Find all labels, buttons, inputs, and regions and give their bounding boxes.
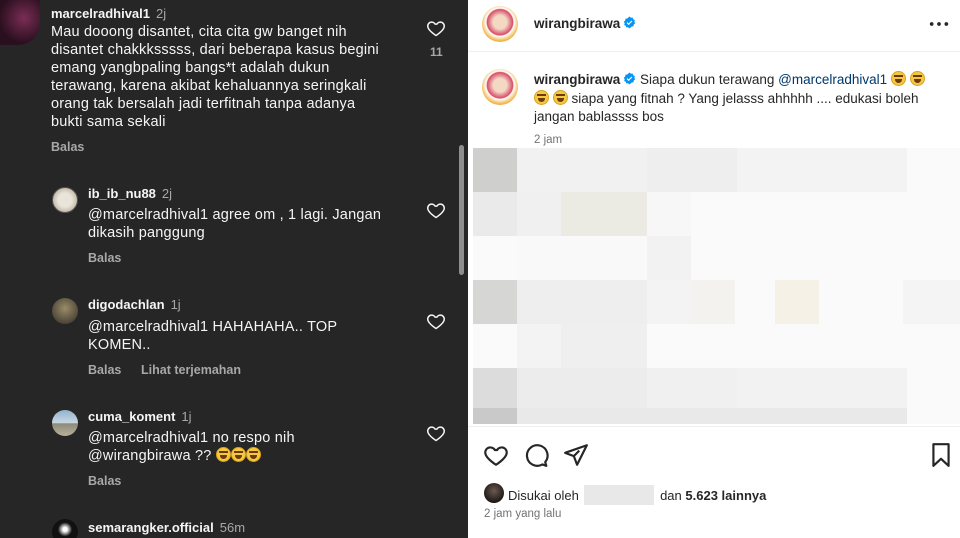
avatar[interactable] <box>482 69 518 105</box>
avatar[interactable] <box>52 410 78 436</box>
likes-count-link[interactable]: 5.623 lainnya <box>685 488 766 503</box>
verified-badge-icon <box>624 72 636 85</box>
comment-time[interactable]: 1j <box>181 409 191 424</box>
laughing-emoji-icon <box>534 89 549 105</box>
caption-time[interactable]: 2 jam <box>534 134 562 146</box>
reply-button[interactable]: Balas <box>88 251 121 265</box>
comment-username[interactable]: semarangker.official 56m <box>88 520 245 535</box>
bookmark-icon[interactable] <box>928 442 954 468</box>
reply-button[interactable]: Balas <box>88 474 121 488</box>
see-translation-button[interactable]: Lihat terjemahan <box>141 363 241 377</box>
comment-like-count[interactable]: 11 <box>430 45 443 59</box>
heart-icon[interactable] <box>426 423 446 443</box>
heart-icon[interactable] <box>426 18 446 38</box>
heart-icon[interactable] <box>483 442 509 468</box>
blurred-comments-area <box>473 148 960 424</box>
post-panel: wirangbirawa wirangbirawa Siapa dukun te… <box>468 0 960 538</box>
avatar[interactable] <box>52 298 78 324</box>
laughing-emoji-icon <box>909 71 925 86</box>
caption-username[interactable]: wirangbirawa <box>534 72 620 87</box>
heart-icon[interactable] <box>426 200 446 220</box>
avatar[interactable] <box>0 0 40 45</box>
reply-button[interactable]: Balas <box>51 140 84 154</box>
avatar[interactable] <box>52 519 78 538</box>
post-caption: wirangbirawa Siapa dukun terawang @marce… <box>534 71 954 127</box>
comment-username[interactable]: ib_ib_nu88 2j <box>88 186 172 201</box>
comment-text: @marcelradhival1 no respo nih @wirangbir… <box>88 430 295 464</box>
comment-icon[interactable] <box>523 442 549 468</box>
redacted-username <box>584 485 655 505</box>
comment-text: Mau dooong disantet, cita cita gw banget… <box>51 24 379 130</box>
comment-username[interactable]: marcelradhival1 2j <box>51 6 166 21</box>
comment-time[interactable]: 56m <box>220 520 245 535</box>
laughing-emoji-icon <box>215 447 231 462</box>
verified-badge-icon <box>624 16 636 29</box>
likes-summary: Disukai oleh dan 5.623 lainnya <box>508 485 766 505</box>
comments-scrollbar[interactable] <box>459 145 464 275</box>
comment-username[interactable]: cuma_koment 1j <box>88 409 192 424</box>
comment-username[interactable]: digodachlan 1j <box>88 297 181 312</box>
more-horizontal-icon[interactable] <box>928 16 950 32</box>
avatar[interactable] <box>484 483 504 503</box>
comment-time[interactable]: 2j <box>162 186 172 201</box>
actions-divider <box>468 426 960 427</box>
avatar[interactable] <box>482 6 518 42</box>
share-icon[interactable] <box>563 442 589 468</box>
comment-time[interactable]: 1j <box>171 297 181 312</box>
caption-mention-link[interactable]: @marcelradhival1 <box>778 72 887 87</box>
comments-panel: marcelradhival1 2j Mau dooong disantet, c… <box>0 0 468 538</box>
heart-icon[interactable] <box>426 311 446 331</box>
post-author-username[interactable]: wirangbirawa <box>534 16 636 31</box>
reply-button[interactable]: Balas <box>88 363 121 377</box>
comment-time[interactable]: 2j <box>156 6 166 21</box>
comment-text: @marcelradhival1 agree om , 1 lagi. Jang… <box>88 207 382 241</box>
header-divider <box>468 51 960 52</box>
post-time[interactable]: 2 jam yang lalu <box>484 508 561 520</box>
comment-text: @marcelradhival1 HAHAHAHA.. TOP KOMEN.. <box>88 319 338 353</box>
laughing-emoji-icon <box>245 447 261 462</box>
laughing-emoji-icon <box>552 89 568 105</box>
laughing-emoji-icon <box>230 447 246 462</box>
laughing-emoji-icon <box>890 71 906 86</box>
avatar[interactable] <box>52 187 78 213</box>
